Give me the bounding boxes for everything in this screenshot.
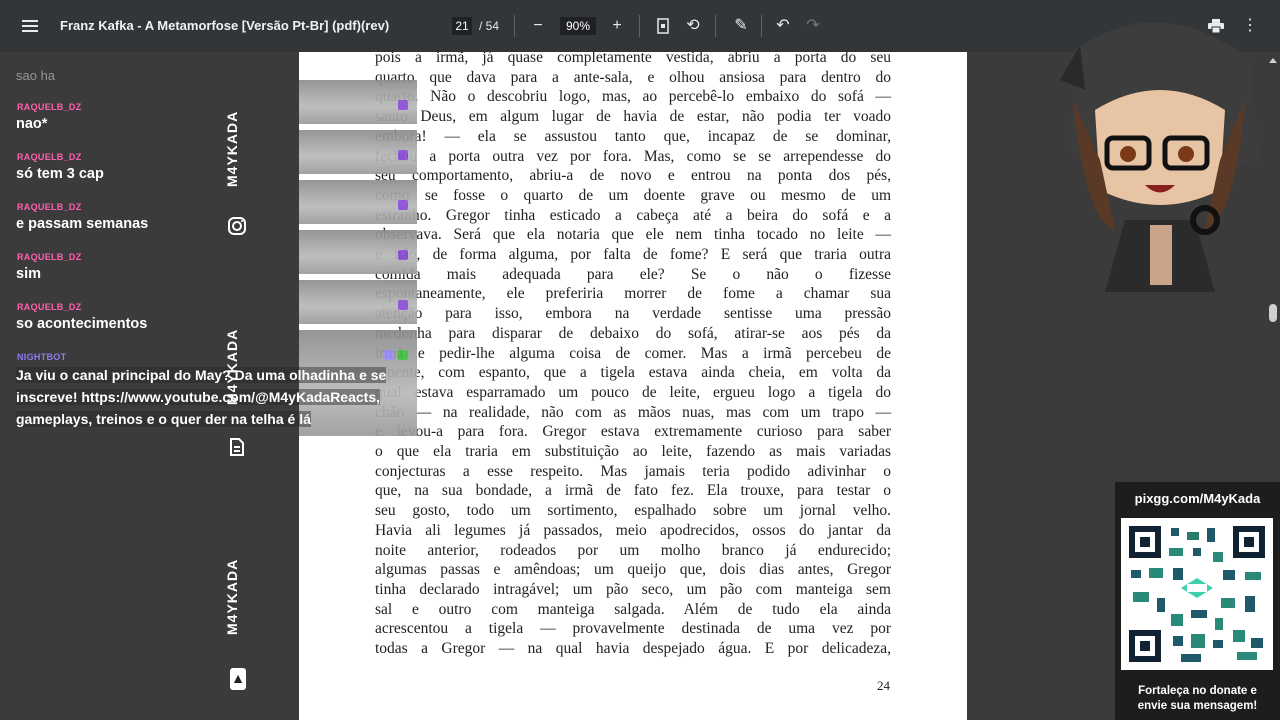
pdf-text-line: medonha para disparar de debaixo do sofá… bbox=[375, 324, 891, 342]
annotate-icon[interactable]: ✎ bbox=[729, 14, 753, 38]
pdf-body-text: pois a irmã, já quase completamente vest… bbox=[375, 52, 891, 659]
channel-brand-label: M4YKADA bbox=[224, 110, 240, 188]
instagram-icon bbox=[227, 216, 247, 236]
toolbar-divider bbox=[715, 15, 716, 37]
pdf-text-line: santo Deus, em algum lugar de havia de e… bbox=[375, 108, 891, 126]
menu-icon[interactable] bbox=[18, 14, 42, 38]
zoom-input[interactable]: 90% bbox=[560, 17, 596, 35]
document-icon bbox=[227, 438, 247, 458]
chat-text: sim bbox=[16, 266, 41, 282]
pdf-text-line: observava. Será que ela notaria que ele … bbox=[375, 226, 891, 244]
page-number-input[interactable]: 21 bbox=[452, 17, 472, 35]
chat-text-content: Ja viu o canal principal do May? Da uma … bbox=[16, 367, 387, 427]
scroll-up-icon[interactable] bbox=[1269, 58, 1277, 63]
scroll-thumb[interactable] bbox=[1269, 304, 1277, 322]
document-title: Franz Kafka - A Metamorfose [Versão Pt-B… bbox=[60, 18, 390, 33]
toolbar-divider bbox=[639, 15, 640, 37]
pdf-text-line: embora! — ela se assustou tanto que, inc… bbox=[375, 127, 891, 145]
pdf-text-line: tinha declarado intragável; um pão seco,… bbox=[375, 580, 891, 598]
pdf-text-line: Havia ali legumes já passados, meio apod… bbox=[375, 521, 891, 539]
twitch-badge-icon bbox=[398, 250, 408, 260]
chat-overlay-strip bbox=[299, 280, 417, 324]
pdf-text-line: algumas passas e amêndoas; um queijo que… bbox=[375, 561, 891, 579]
chat-message-partial: sao ha bbox=[16, 68, 56, 83]
verified-badge-icon bbox=[384, 350, 394, 360]
pdf-text-line: e não, de forma alguma, por falta de fom… bbox=[375, 246, 891, 264]
chat-text: nao* bbox=[16, 116, 48, 132]
chat-text: Ja viu o canal principal do May? Da uma … bbox=[16, 364, 416, 430]
pdf-text-line: repente, com espanto, que a tigela estav… bbox=[375, 364, 891, 382]
pdf-text-line: acrescentou a tigela — provavelmente des… bbox=[375, 620, 891, 638]
chat-username: RAQUELB_DZ bbox=[17, 252, 82, 262]
fit-page-icon[interactable] bbox=[651, 14, 675, 38]
pdf-text-line: noite anterior, rodeados por um molho br… bbox=[375, 541, 891, 559]
streamer-avatar bbox=[1055, 20, 1265, 292]
chat-overlay-strip bbox=[299, 230, 417, 274]
redo-icon[interactable]: ↷ bbox=[801, 14, 825, 38]
page-total: / 54 bbox=[479, 19, 500, 33]
channel-brand-label: M4YKADA bbox=[224, 328, 240, 406]
chat-text: e passam semanas bbox=[16, 216, 149, 232]
channel-brand-label: M4YKADA bbox=[224, 558, 240, 636]
qr-code-icon bbox=[1121, 518, 1273, 670]
donation-caption: Fortaleça no donate e envie sua mensagem… bbox=[1115, 684, 1280, 714]
chat-text: so acontecimentos bbox=[16, 316, 148, 332]
pdf-text-line: quarto. Não o descobriu logo, mas, ao pe… bbox=[375, 88, 891, 106]
pdf-text-line: o que ela traria em substituição ao leit… bbox=[375, 443, 891, 461]
twitch-badge-icon bbox=[398, 100, 408, 110]
donation-card: pixgg.com/M4yKada Fortaleça no donate e … bbox=[1115, 482, 1280, 720]
chat-username: RAQUELB_DZ bbox=[17, 202, 82, 212]
chat-username: NIGHTBOT bbox=[17, 352, 67, 362]
pdf-text-line: que, na sua bondade, a irmã de fato fez.… bbox=[375, 482, 891, 500]
toolbar-divider bbox=[761, 15, 762, 37]
donation-url: pixgg.com/M4yKada bbox=[1134, 491, 1261, 506]
pdf-text-line: conjecturas a esse respeito. Mas jamais … bbox=[375, 462, 891, 480]
chat-overlay-strip bbox=[299, 130, 417, 174]
pdf-text-line: fechou a porta outra vez por fora. Mas, … bbox=[375, 147, 891, 165]
pdf-text-line: todas a Gregor — na qual havia despejado… bbox=[375, 640, 891, 658]
zoom-in-icon[interactable]: + bbox=[605, 14, 629, 38]
twitch-badge-icon bbox=[398, 150, 408, 160]
stream-chat: sao ha RAQUELB_DZ nao* RAQUELB_DZ só tem… bbox=[0, 52, 387, 720]
pdf-text-line: estranho. Gregor tinha esticado a cabeça… bbox=[375, 206, 891, 224]
pdf-text-line: comida mais adequada para ele? Se o não … bbox=[375, 265, 891, 283]
mod-badge-icon bbox=[398, 350, 408, 360]
pdf-text-line: espontaneamente, ele preferiria morrer d… bbox=[375, 285, 891, 303]
pdf-text-line: seu gosto, todo um sortimento, espalhado… bbox=[375, 502, 891, 520]
pdf-text-line: como se fosse o quarto de um doente grav… bbox=[375, 186, 891, 204]
pdf-text-line: e levou-a para fora. Gregor estava extre… bbox=[375, 423, 891, 441]
phone-icon: ▲ bbox=[230, 668, 246, 690]
pdf-text-line: qual estava esparramado um pouco de leit… bbox=[375, 383, 891, 401]
pdf-text-line: atenção para isso, embora na verdade sen… bbox=[375, 305, 891, 323]
pdf-text-line: seu comportamento, abriu-a de novo e ent… bbox=[375, 167, 891, 185]
chat-overlay-strip bbox=[299, 80, 417, 124]
chat-username: RAQUELB_DZ bbox=[17, 152, 82, 162]
pdf-text-line: sal e outro com manteiga salgada. Além d… bbox=[375, 600, 891, 618]
chat-overlay-strip bbox=[299, 180, 417, 224]
chat-username: RAQUELB_DZ bbox=[17, 102, 82, 112]
donation-caption-line: Fortaleça no donate e bbox=[1138, 685, 1257, 697]
twitch-badge-icon bbox=[398, 200, 408, 210]
chat-username: RAQUELB_DZ bbox=[17, 302, 82, 312]
pdf-text-line: pois a irmã, já quase completamente vest… bbox=[375, 52, 891, 66]
chat-text: só tem 3 cap bbox=[16, 166, 104, 182]
rotate-icon[interactable]: ⟲ bbox=[681, 14, 705, 38]
pdf-text-line: quarto que dava para a ante-sala, e olho… bbox=[375, 68, 891, 86]
page-footer-number: 24 bbox=[877, 678, 890, 693]
undo-icon[interactable]: ↶ bbox=[771, 14, 795, 38]
zoom-out-icon[interactable]: − bbox=[526, 14, 550, 38]
twitch-badge-icon bbox=[398, 300, 408, 310]
toolbar-divider bbox=[514, 15, 515, 37]
pdf-text-line: chão — na realidade, não com as mãos nua… bbox=[375, 403, 891, 421]
pdf-text-line: irmã e pedir-lhe alguma coisa de comer. … bbox=[375, 344, 891, 362]
donation-caption-line: envie sua mensagem! bbox=[1137, 700, 1258, 712]
